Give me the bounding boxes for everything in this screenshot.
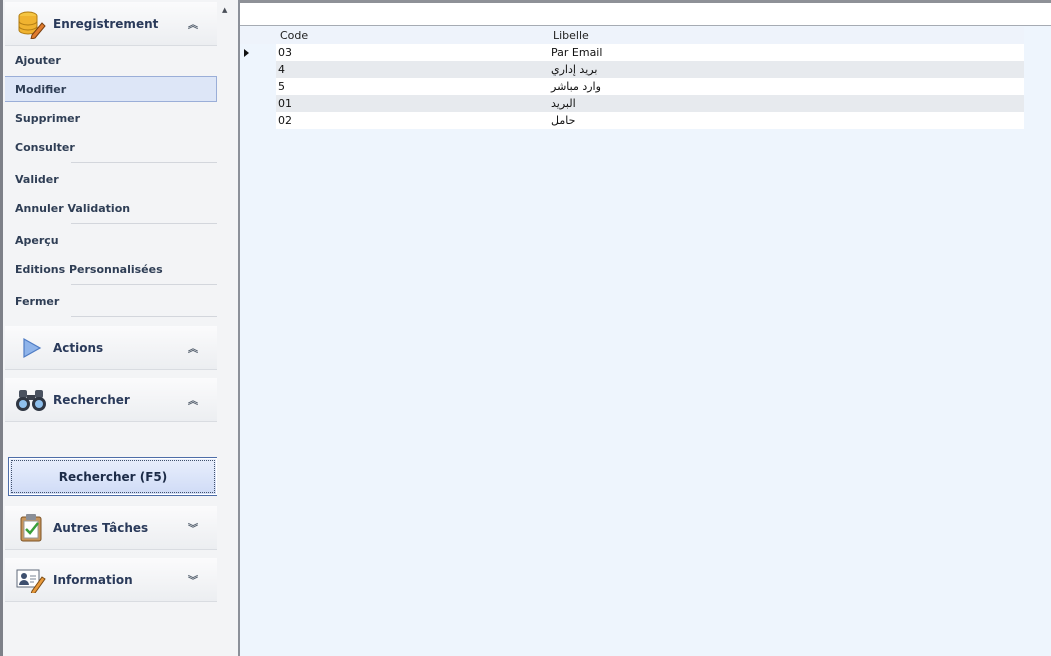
- scroll-up-arrow-icon[interactable]: ▲: [222, 6, 227, 14]
- row-indicator-header: [240, 27, 276, 44]
- data-grid[interactable]: Code Libelle 03 Par Email 4 بريد إداري 5…: [240, 27, 1024, 129]
- cell-libelle[interactable]: وارد مباشر: [549, 78, 1024, 95]
- row-indicator: [240, 112, 276, 129]
- search-f5-button[interactable]: Rechercher (F5): [8, 457, 218, 496]
- main-content: Code Libelle 03 Par Email 4 بريد إداري 5…: [238, 0, 1051, 656]
- chevron-up-icon[interactable]: ︽: [185, 392, 201, 407]
- menu-item-editions-personnalisees[interactable]: Editions Personnalisées: [5, 256, 217, 282]
- row-indicator: [240, 78, 276, 95]
- menu-item-valider[interactable]: Valider: [5, 166, 217, 192]
- chevron-up-icon[interactable]: ︽: [185, 340, 201, 355]
- sidebar-scrollbar[interactable]: ▲: [217, 0, 238, 656]
- row-indicator: [240, 44, 276, 61]
- user-card-icon: [15, 564, 47, 596]
- menu-item-supprimer[interactable]: Supprimer: [5, 105, 217, 131]
- menu-item-apercu[interactable]: Aperçu: [5, 227, 217, 253]
- cell-libelle[interactable]: البريد: [549, 95, 1024, 112]
- chevron-up-icon[interactable]: ︽: [185, 16, 201, 31]
- grid-toolbar: [240, 0, 1051, 26]
- section-actions[interactable]: Actions ︽: [5, 326, 217, 370]
- section-title: Autres Tâches: [53, 520, 149, 535]
- table-row[interactable]: 01 البريد: [240, 95, 1024, 112]
- cell-libelle[interactable]: حامل: [549, 112, 1024, 129]
- chevron-down-icon[interactable]: ︾: [185, 572, 201, 587]
- cell-libelle[interactable]: Par Email: [549, 44, 1024, 61]
- section-rechercher[interactable]: Rechercher ︽: [5, 378, 217, 422]
- database-pencil-icon: [15, 8, 47, 40]
- column-header-libelle[interactable]: Libelle: [549, 27, 1024, 44]
- section-title: Rechercher: [53, 392, 130, 407]
- column-header-code[interactable]: Code: [276, 27, 549, 44]
- section-title: Information: [53, 572, 133, 587]
- table-row[interactable]: 03 Par Email: [240, 44, 1024, 61]
- table-row[interactable]: 4 بريد إداري: [240, 61, 1024, 78]
- cell-code[interactable]: 02: [276, 112, 549, 129]
- menu-item-modifier[interactable]: Modifier: [5, 76, 217, 102]
- section-title: Actions: [53, 340, 104, 355]
- chevron-down-icon[interactable]: ︾: [185, 520, 201, 535]
- section-title: Enregistrement: [53, 16, 159, 31]
- row-indicator: [240, 95, 276, 112]
- group-divider: [71, 223, 217, 224]
- menu-item-ajouter[interactable]: Ajouter: [5, 47, 217, 73]
- grid-header: Code Libelle: [240, 27, 1024, 44]
- binoculars-icon: [15, 384, 47, 416]
- play-triangle-icon: [15, 332, 47, 364]
- section-enregistrement[interactable]: Enregistrement ︽: [5, 2, 217, 46]
- row-indicator: [240, 61, 276, 78]
- cell-code[interactable]: 03: [276, 44, 549, 61]
- group-divider: [71, 162, 217, 163]
- menu-item-consulter[interactable]: Consulter: [5, 134, 217, 160]
- group-divider: [71, 316, 217, 317]
- table-row[interactable]: 5 وارد مباشر: [240, 78, 1024, 95]
- menu-item-annuler-validation[interactable]: Annuler Validation: [5, 195, 217, 221]
- section-autres-taches[interactable]: Autres Tâches ︾: [5, 506, 217, 550]
- cell-code[interactable]: 01: [276, 95, 549, 112]
- section-information[interactable]: Information ︾: [5, 558, 217, 602]
- cell-code[interactable]: 5: [276, 78, 549, 95]
- cell-code[interactable]: 4: [276, 61, 549, 78]
- table-row[interactable]: 02 حامل: [240, 112, 1024, 129]
- menu-item-fermer[interactable]: Fermer: [5, 288, 217, 314]
- cell-libelle[interactable]: بريد إداري: [549, 61, 1024, 78]
- group-divider: [71, 284, 217, 285]
- clipboard-check-icon: [15, 512, 47, 544]
- navigation-sidebar: Enregistrement ︽ Ajouter Modifier Suppri…: [0, 0, 218, 656]
- current-row-pointer-icon: [244, 48, 249, 57]
